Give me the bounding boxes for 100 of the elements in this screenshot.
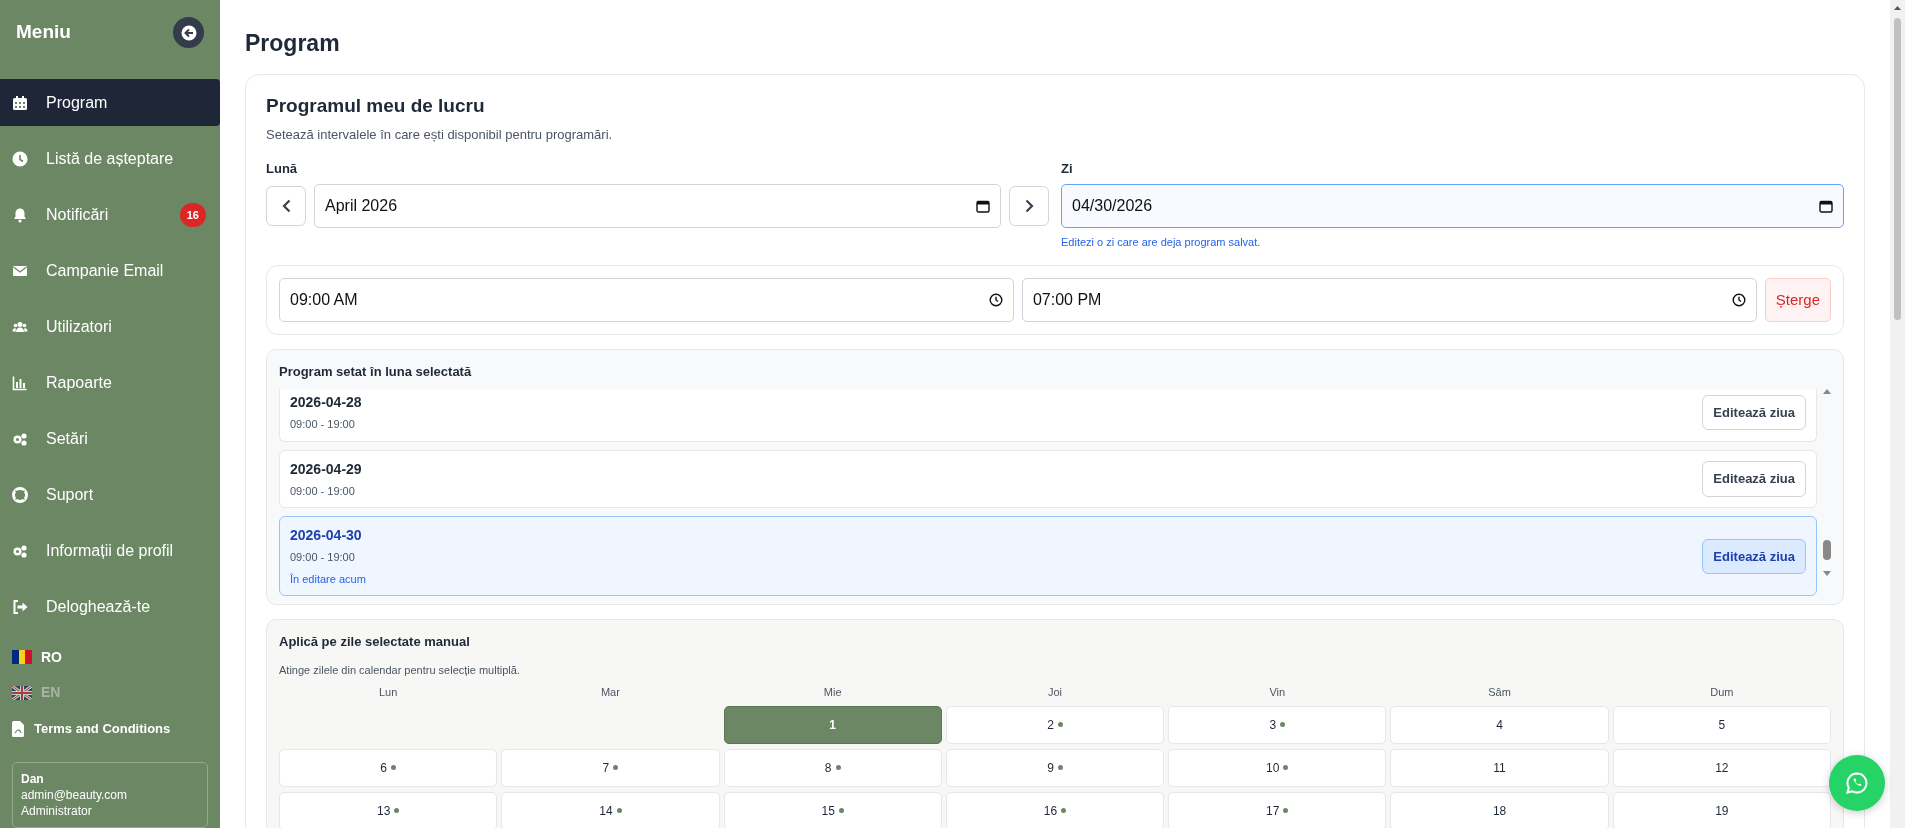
calendar-day[interactable]: 12 [1612,748,1831,787]
editing-note: În editare acum [290,571,366,587]
clock-icon [12,150,28,167]
schedule-dot [835,765,841,771]
edit-day-button[interactable]: Editează ziua [1702,461,1806,497]
row-date: 2026-04-30 [290,526,363,546]
gears-icon [12,430,28,447]
calendar-day[interactable]: 11 [1390,748,1609,787]
panel-title: Aplică pe zile selectate manual [279,633,471,652]
schedule-dot [394,808,400,814]
lifebuoy-icon [12,486,28,503]
schedule-dot [1280,722,1286,728]
calendar-day[interactable]: 5 [1612,705,1831,744]
calendar-icon [976,199,990,214]
calendar-day[interactable]: 4 [1390,705,1609,744]
sidebar-item[interactable]: Suport [0,471,220,519]
sidebar-item[interactable]: Deloghează-te [0,583,220,631]
calendar-day[interactable]: 2 [945,705,1165,744]
calendar-day[interactable]: 10 [1168,748,1387,787]
schedule-dot [613,765,619,771]
clock-icon [1731,292,1746,307]
calendar-day[interactable]: 9 [945,748,1165,787]
calendar-day[interactable]: 7 [501,748,720,787]
user-role: Administrator [21,803,93,819]
calendar-day[interactable]: 18 [1390,791,1609,828]
sidebar-item[interactable]: Utilizatori [0,303,220,351]
panel-hint: Atinge zilele din calendar pentru selecție multiplă. [279,662,521,678]
calendar-day[interactable]: 19 [1612,791,1831,828]
edit-day-button[interactable]: Editează ziua [1702,538,1806,575]
sidebar-item[interactable]: Program [0,79,220,127]
next-month-button[interactable] [1009,186,1049,227]
sidebar-item[interactable]: Campanie Email [0,247,220,295]
calendar-day[interactable]: 3 [1168,705,1387,744]
schedule-dot [1283,808,1289,814]
row-hours: 09:00 - 19:00 [290,550,356,566]
card-subtitle: Setează intervalele în care ești disponibil pentru programări. [266,126,614,145]
schedule-dot [1061,808,1067,814]
calendar-icon [12,94,28,111]
weekday-label: Sâm [1487,685,1512,701]
bell-icon [12,206,28,223]
weekday-label: Joi [1046,685,1063,701]
chat-bubble-icon [1845,771,1869,795]
calendar-day[interactable]: 16 [945,791,1165,828]
sidebar-title: Meniu [16,20,71,45]
month-field[interactable]: April 2026 [314,184,1001,229]
chat-button[interactable] [1829,755,1885,811]
weekday-label: Mar [599,685,621,701]
document-icon [12,721,24,738]
date-field[interactable]: 04/30/2026 [1061,184,1844,229]
calendar-day[interactable]: 8 [723,748,942,787]
bar-chart-icon [12,374,28,391]
notification-count: 16 [179,202,206,227]
weekday-label: Dum [1709,685,1735,701]
terms-link[interactable]: Terms and Conditions [0,710,220,748]
logout-icon [12,598,28,615]
time-field[interactable]: 09:00 AM [279,277,1014,322]
weekday-label: Mie [822,685,843,701]
sidebar-item[interactable]: Notificări 16 [0,191,220,239]
schedule-row[interactable]: 2026-04-29 09:00 - 19:00 Editează ziua [279,449,1817,509]
schedule-dot [1057,765,1063,771]
calendar-day[interactable]: 6 [279,748,498,787]
schedule-dot [616,808,622,814]
schedule-row[interactable]: 2026-04-30 09:00 - 19:00 În editare acum Editează ziua [279,516,1817,597]
time-field[interactable]: 07:00 PM [1021,277,1757,322]
page-title: Program [245,30,341,58]
row-date: 2026-04-29 [290,459,362,479]
collapse-sidebar-button[interactable] [173,17,204,49]
schedule-dot [838,808,844,814]
calendar-day[interactable]: 13 [279,791,498,828]
flag-icon [12,650,32,665]
chevron-left-icon [281,199,291,214]
calendar-day[interactable]: 17 [1168,791,1387,828]
edit-day-button[interactable]: Editează ziua [1702,394,1806,431]
user-name: Dan [21,771,45,787]
calendar-day[interactable]: 1 [723,705,942,744]
panel-title: Program setat în luna selectată [279,362,473,381]
language-option[interactable]: RO [0,639,220,675]
calendar-day[interactable]: 14 [501,791,720,828]
user-email: admin@beauty.com [21,787,128,803]
weekday-label: Lun [377,685,399,701]
gears-icon [12,542,28,559]
sidebar-item[interactable]: Informații de profil [0,527,220,575]
previous-month-button[interactable] [266,186,306,227]
row-hours: 09:00 - 19:00 [290,483,356,499]
calendar-day[interactable]: 15 [723,791,942,828]
delete-button[interactable]: Șterge [1764,277,1831,322]
field-label: Zi [1061,159,1074,178]
calendar-icon [1819,199,1833,214]
sidebar-item[interactable]: Setări [0,415,220,463]
schedule-row[interactable]: 2026-04-28 09:00 - 19:00 Editează ziua [279,389,1817,442]
sidebar-item[interactable]: Rapoarte [0,359,220,407]
schedule-dot [1283,765,1289,771]
row-date: 2026-04-28 [290,393,362,413]
clock-icon [988,292,1003,307]
schedule-dot [391,765,396,771]
schedule-dot [1057,722,1063,728]
sidebar-item[interactable]: Listă de așteptare [0,135,220,183]
weekday-label: Vin [1268,685,1287,701]
chevron-right-icon [1024,199,1034,214]
card-title: Programul meu de lucru [266,94,486,118]
